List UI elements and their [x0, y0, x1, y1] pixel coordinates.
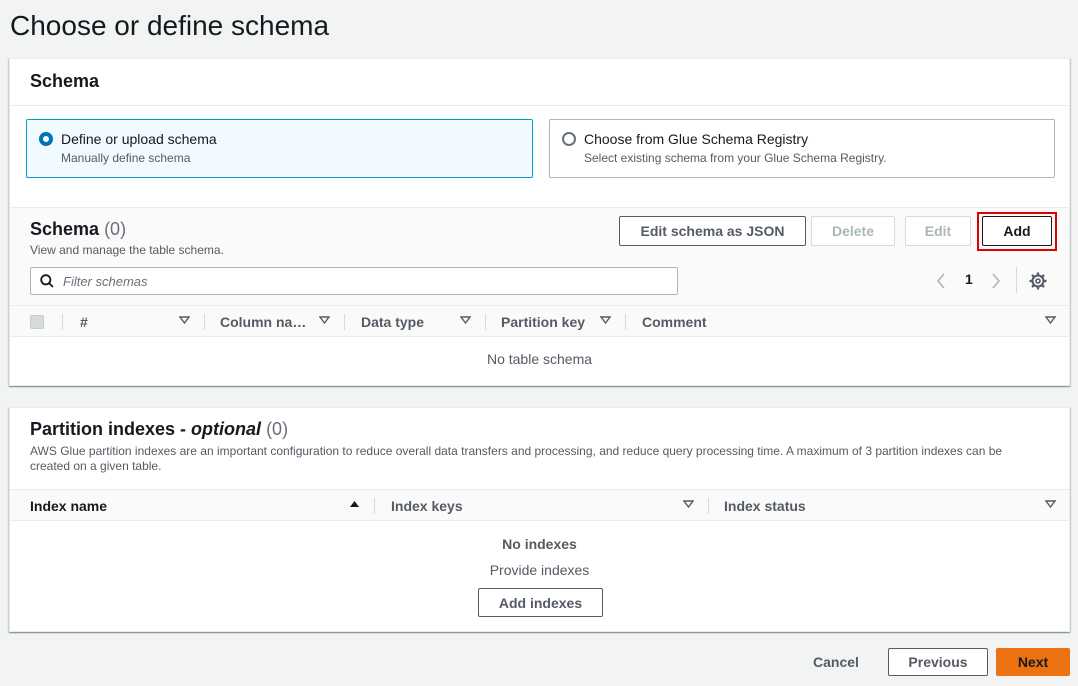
- column-separator: [485, 314, 486, 330]
- option-title: Define or upload schema: [61, 131, 217, 147]
- chevron-left-icon[interactable]: [935, 272, 947, 290]
- option-define-schema[interactable]: Define or upload schema Manually define …: [26, 119, 533, 178]
- option-subtitle: Select existing schema from your Glue Sc…: [584, 151, 887, 165]
- column-header-partition-key[interactable]: Partition key: [501, 314, 585, 330]
- partition-indexes-description: AWS Glue partition indexes are an import…: [30, 444, 1003, 473]
- page-number[interactable]: 1: [965, 271, 973, 287]
- next-button[interactable]: Next: [996, 648, 1070, 676]
- optional-label: optional: [191, 419, 262, 439]
- page-title: Choose or define schema: [10, 10, 330, 41]
- filter-placeholder: Filter schemas: [63, 274, 148, 289]
- column-header-comment[interactable]: Comment: [642, 314, 707, 330]
- empty-indexes-subtitle: Provide indexes: [489, 562, 590, 578]
- edit-schema-json-button[interactable]: Edit schema as JSON: [619, 216, 806, 246]
- schema-card: Schema Define or upload schema Manually …: [9, 58, 1070, 386]
- schema-count: (0): [104, 219, 127, 239]
- column-separator: [625, 314, 626, 330]
- column-header-index[interactable]: #: [80, 314, 88, 330]
- gear-icon[interactable]: [1029, 272, 1047, 290]
- column-header-index-status[interactable]: Index status: [724, 498, 806, 514]
- column-header-column-name[interactable]: Column na…: [220, 314, 306, 330]
- edit-button[interactable]: Edit: [905, 216, 971, 246]
- column-separator: [344, 314, 345, 330]
- option-title: Choose from Glue Schema Registry: [584, 131, 809, 147]
- add-indexes-button[interactable]: Add indexes: [478, 588, 603, 617]
- option-glue-registry[interactable]: Choose from Glue Schema Registry Select …: [549, 119, 1055, 178]
- schema-card-title: Schema: [30, 71, 100, 91]
- filter-schemas-input[interactable]: Filter schemas: [30, 267, 678, 295]
- sort-caret-icon[interactable]: [319, 315, 330, 325]
- sort-caret-icon[interactable]: [460, 315, 471, 325]
- chevron-right-icon[interactable]: [990, 272, 1002, 290]
- partition-count: (0): [266, 419, 289, 439]
- column-header-index-keys[interactable]: Index keys: [391, 498, 463, 514]
- sort-ascending-icon[interactable]: [349, 499, 360, 509]
- divider: [10, 105, 1069, 106]
- column-header-data-type[interactable]: Data type: [361, 314, 424, 330]
- sort-caret-icon[interactable]: [179, 315, 190, 325]
- radio-unselected-icon[interactable]: [562, 132, 576, 146]
- delete-button[interactable]: Delete: [811, 216, 895, 246]
- partition-table-head: Index name Index keys Index status: [10, 489, 1069, 521]
- schema-table-description: View and manage the table schema.: [30, 243, 224, 257]
- column-header-index-name[interactable]: Index name: [30, 498, 107, 514]
- partition-indexes-title: Partition indexes - optional (0): [30, 419, 289, 439]
- sort-caret-icon[interactable]: [600, 315, 611, 325]
- empty-indexes-title: No indexes: [502, 536, 577, 552]
- sort-caret-icon[interactable]: [1045, 499, 1056, 509]
- schema-table-title: Schema (0): [30, 219, 127, 239]
- previous-button[interactable]: Previous: [888, 648, 988, 676]
- empty-table-message: No table schema: [486, 351, 593, 367]
- column-separator: [374, 498, 375, 514]
- pager-separator: [1016, 267, 1017, 293]
- schema-table-head: # Column na… Data type Partition key Com…: [10, 305, 1069, 337]
- column-separator: [62, 314, 63, 330]
- search-icon: [40, 274, 54, 288]
- partition-indexes-card: Partition indexes - optional (0) AWS Glu…: [9, 407, 1070, 632]
- column-separator: [204, 314, 205, 330]
- sort-caret-icon[interactable]: [683, 499, 694, 509]
- select-all-checkbox[interactable]: [30, 315, 44, 329]
- sort-caret-icon[interactable]: [1045, 315, 1056, 325]
- add-button[interactable]: Add: [982, 216, 1052, 246]
- column-separator: [708, 498, 709, 514]
- option-subtitle: Manually define schema: [61, 151, 191, 165]
- cancel-button[interactable]: Cancel: [800, 648, 872, 676]
- radio-selected-icon[interactable]: [39, 132, 53, 146]
